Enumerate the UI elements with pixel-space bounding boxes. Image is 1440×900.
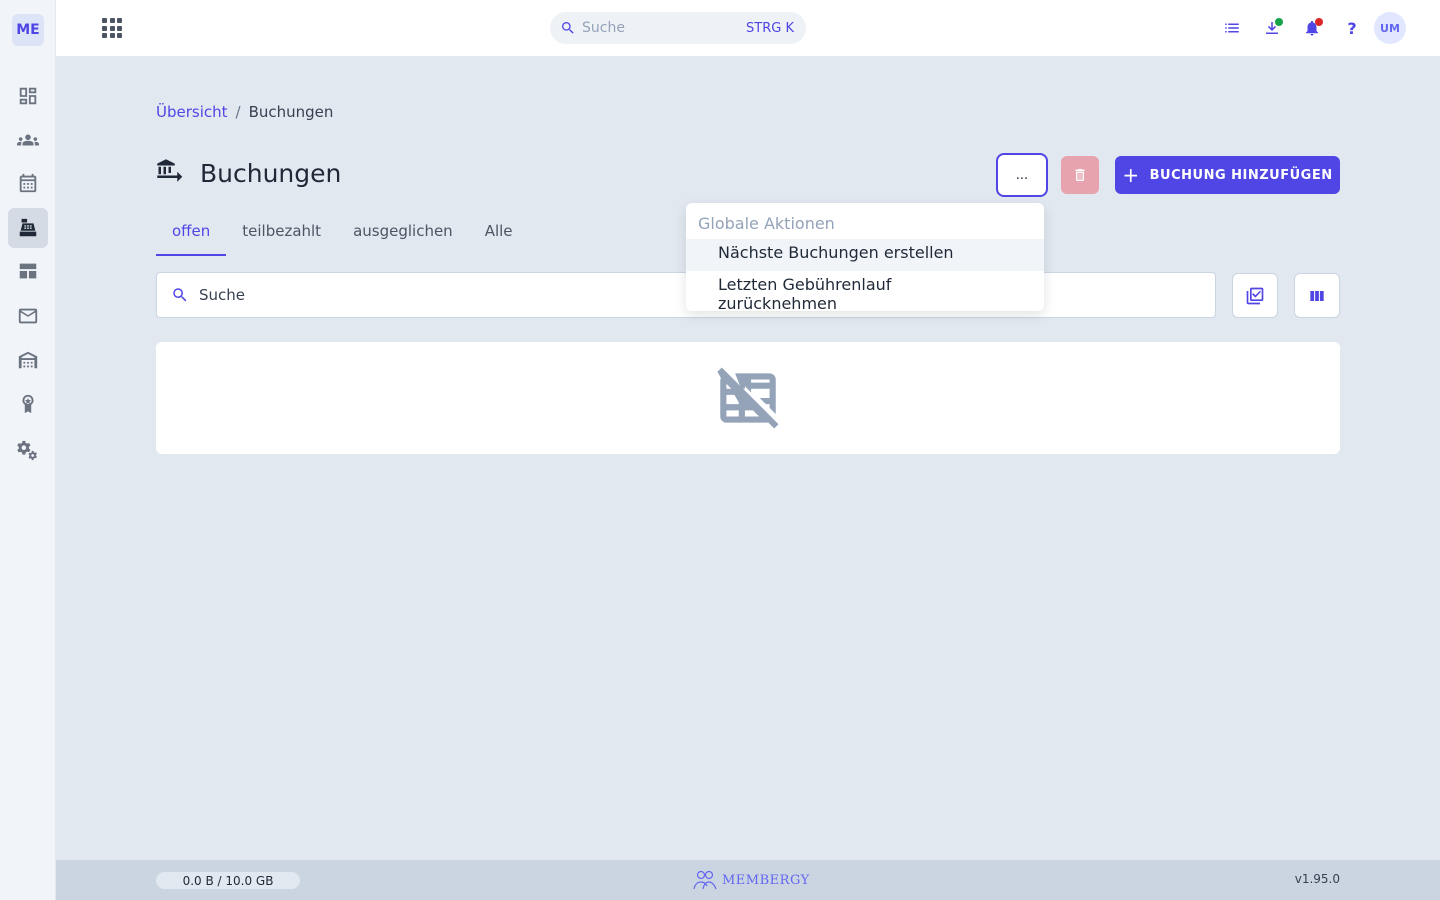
no-data-table-icon	[717, 367, 779, 429]
empty-results-card	[156, 342, 1340, 454]
settings-icon	[17, 440, 37, 461]
user-avatar[interactable]: UM	[1374, 12, 1406, 44]
cash-register-icon	[19, 218, 37, 237]
search-icon	[173, 288, 187, 302]
list-icon	[1225, 23, 1239, 33]
checklist-icon	[1246, 287, 1264, 304]
more-actions-button[interactable]: ...	[996, 153, 1048, 197]
tab-alle[interactable]: Alle	[469, 214, 529, 256]
sidebar-item-mail[interactable]	[8, 296, 48, 336]
downloads-button[interactable]	[1260, 16, 1284, 40]
global-actions-menu: Globale Aktionen Nächste Buchungen erste…	[686, 203, 1044, 313]
help-button[interactable]: ?	[1340, 16, 1364, 40]
view-columns-icon	[1310, 290, 1324, 301]
dashboard-icon	[19, 87, 37, 105]
plus-icon: +	[1122, 163, 1140, 187]
search-icon	[562, 22, 574, 34]
sidebar-item-members[interactable]	[8, 120, 48, 160]
breadcrumb-overview-link[interactable]: Übersicht	[156, 103, 228, 121]
global-search-placeholder: Suche	[582, 20, 625, 36]
trash-icon	[1075, 169, 1085, 181]
breadcrumb: Übersicht / Buchungen	[156, 103, 333, 121]
tab-teilbezahlt[interactable]: teilbezahlt	[226, 214, 337, 256]
search-shortcut-hint: STRG K	[746, 20, 794, 36]
tab-offen[interactable]: offen	[156, 214, 227, 256]
app-version: v1.95.0	[1294, 872, 1340, 886]
sidebar-item-bookings[interactable]	[8, 208, 48, 248]
sidebar: ME	[0, 0, 56, 900]
table-view-icon	[19, 263, 37, 279]
award-icon	[22, 394, 34, 414]
download-status-dot	[1275, 18, 1283, 26]
notifications-button[interactable]	[1300, 16, 1324, 40]
footer: 0.0 B / 10.0 GB MEMBERGY v1.95.0	[56, 860, 1440, 900]
menu-item-revert-last-fee-run[interactable]: Letzten Gebührenlauf zurücknehmen	[686, 271, 1044, 313]
sidebar-item-settings[interactable]	[8, 430, 48, 470]
storage-usage: 0.0 B / 10.0 GB	[156, 872, 300, 889]
sidebar-item-tables[interactable]	[8, 251, 48, 291]
tasks-button[interactable]	[1220, 16, 1244, 40]
global-search[interactable]: Suche STRG K	[550, 12, 806, 44]
sidebar-item-awards[interactable]	[8, 384, 48, 424]
brand-name: MEMBERGY	[722, 872, 810, 888]
notification-dot	[1315, 18, 1323, 26]
add-booking-button[interactable]: + BUCHUNG HINZUFÜGEN	[1115, 156, 1340, 194]
delete-button[interactable]	[1061, 156, 1099, 194]
page-header: Buchungen	[156, 158, 341, 188]
sidebar-item-dashboard[interactable]	[8, 76, 48, 116]
brand-logo: MEMBERGY	[692, 869, 810, 891]
mail-icon	[18, 308, 38, 324]
bank-transfer-icon	[157, 159, 183, 182]
members-icon	[17, 134, 39, 146]
warehouse-icon	[18, 351, 38, 369]
menu-item-create-next-bookings[interactable]: Nächste Buchungen erstellen	[686, 239, 1044, 271]
status-tabs: offen teilbezahlt ausgeglichen Alle	[156, 214, 529, 256]
page-title: Buchungen	[200, 158, 342, 188]
apps-grid-icon	[102, 18, 107, 23]
calendar-icon	[19, 173, 37, 193]
sidebar-item-inventory[interactable]	[8, 340, 48, 380]
breadcrumb-separator: /	[235, 103, 241, 121]
app-logo[interactable]: ME	[12, 14, 44, 46]
app-launcher-button[interactable]	[100, 16, 124, 40]
membergy-logo-icon	[693, 870, 717, 890]
sidebar-item-calendar[interactable]	[8, 163, 48, 203]
columns-button[interactable]	[1294, 273, 1340, 318]
menu-header: Globale Aktionen	[698, 214, 835, 233]
tab-ausgeglichen[interactable]: ausgeglichen	[337, 214, 469, 256]
list-search-placeholder: Suche	[199, 286, 246, 304]
select-mode-button[interactable]	[1232, 273, 1278, 318]
top-bar: Suche STRG K ? UM	[56, 0, 1440, 56]
add-booking-label: BUCHUNG HINZUFÜGEN	[1149, 167, 1333, 183]
breadcrumb-current: Buchungen	[248, 103, 334, 121]
